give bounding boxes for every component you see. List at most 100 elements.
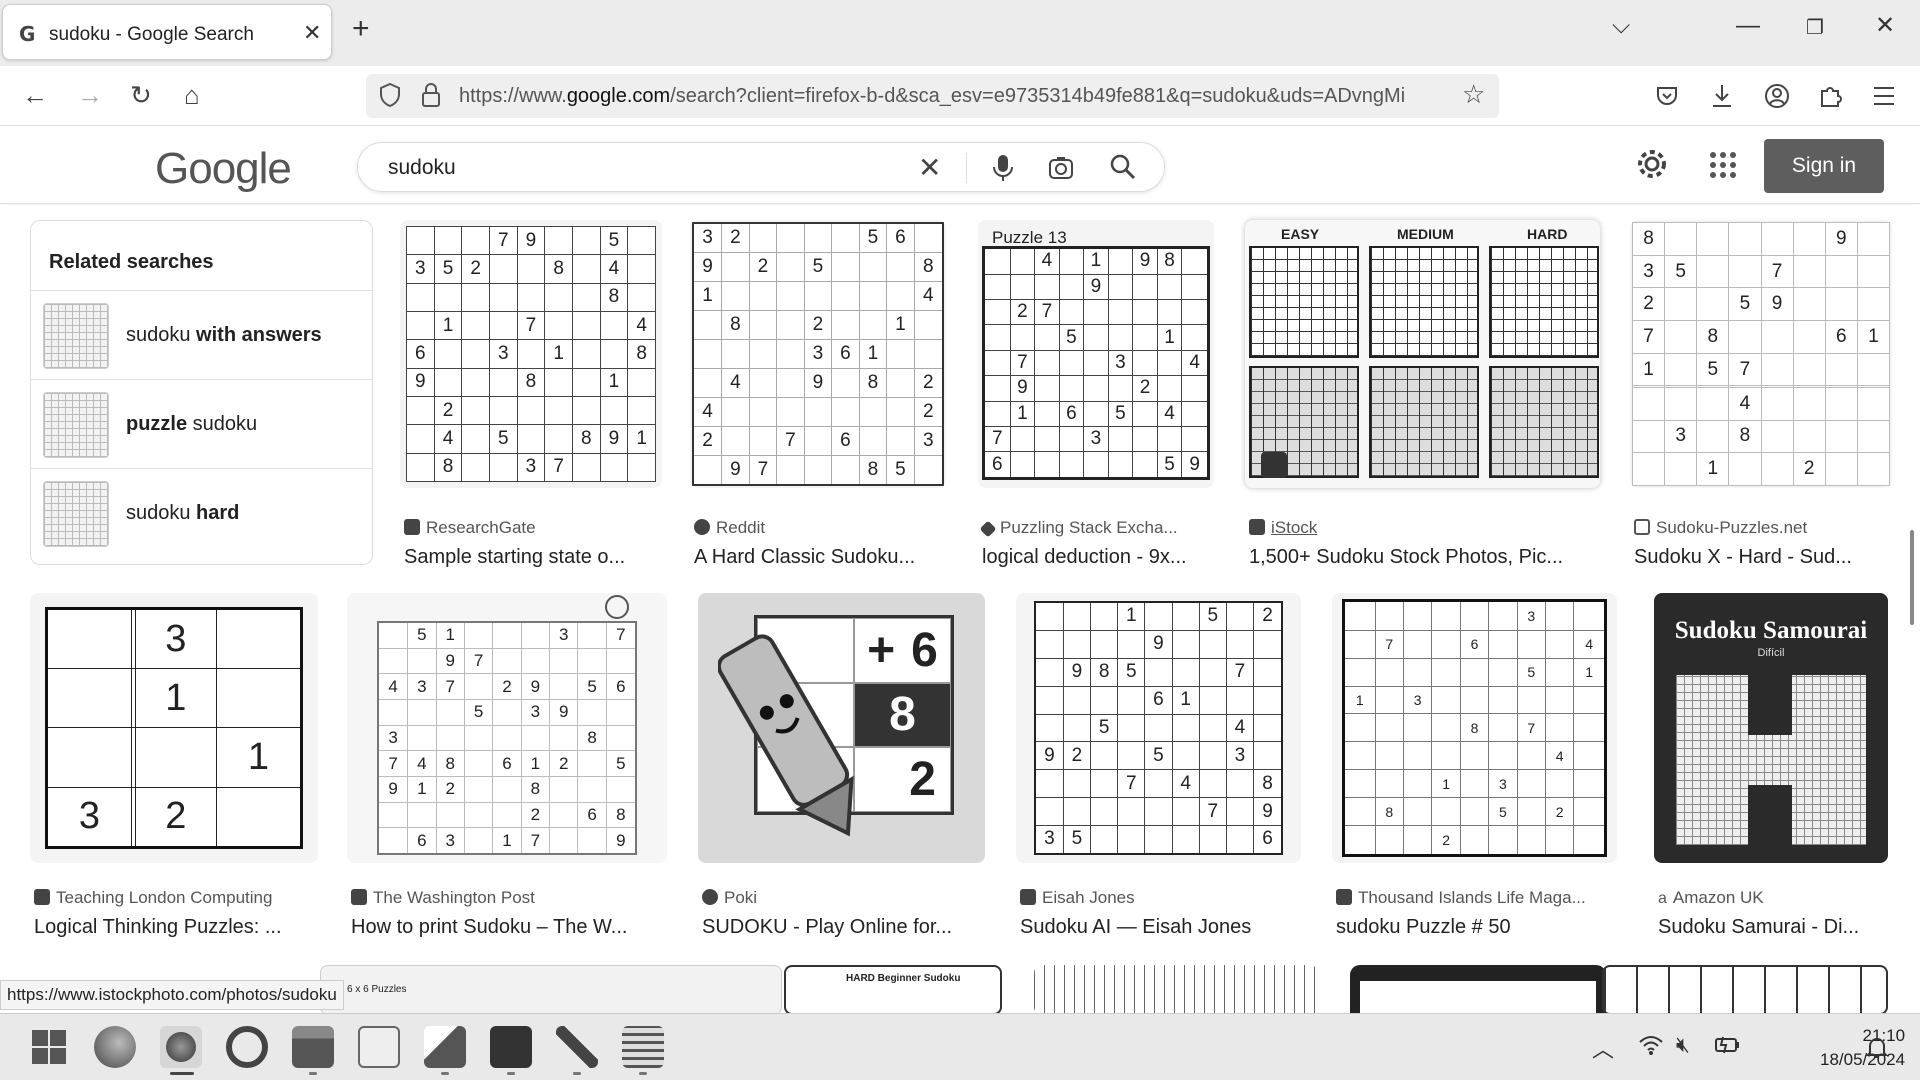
clear-search-icon[interactable]: ✕ — [918, 151, 941, 184]
window-close-icon[interactable]: ✕ — [1875, 14, 1895, 38]
url-text[interactable]: https://www.google.com/search?client=fir… — [459, 85, 1469, 108]
book-cover-thumbnail[interactable]: Sudoku Samourai Difícil — [1654, 593, 1888, 863]
result-source[interactable]: The Washington Post — [351, 888, 535, 908]
restore-icon[interactable]: ❐ — [1806, 18, 1824, 38]
download-icon[interactable] — [1710, 83, 1734, 109]
system-clock[interactable]: 21:10 18/05/2024 — [1820, 1024, 1905, 1072]
notepad-icon[interactable] — [622, 1026, 664, 1068]
image-result-partial[interactable]: HARD Beginner Sudoku — [784, 965, 1002, 1013]
result-source[interactable]: Thousand Islands Life Maga... — [1336, 888, 1586, 908]
edge-browser-icon[interactable] — [94, 1026, 136, 1068]
sudoku-thumbnail[interactable]: 3256 9258 14 821 361 4982 42 2763 9785 — [690, 220, 946, 488]
shield-icon[interactable] — [380, 83, 400, 107]
sudoku-thumbnail[interactable]: 795 35284 8 174 6318 981 2 45891 837 — [400, 220, 662, 488]
wifi-icon[interactable] — [1638, 1034, 1664, 1056]
microphone-icon[interactable] — [992, 153, 1014, 183]
result-source[interactable]: Puzzling Stack Excha... — [979, 518, 1178, 538]
image-result-partial[interactable] — [1350, 965, 1606, 1013]
result-caption[interactable]: sudoku Puzzle # 50 — [1336, 916, 1621, 939]
camera-lens-icon[interactable] — [1048, 155, 1074, 181]
result-source[interactable]: Poki — [702, 888, 757, 908]
result-source[interactable]: Eisah Jones — [1020, 888, 1135, 908]
chart-app-icon[interactable] — [358, 1026, 400, 1068]
result-caption[interactable]: A Hard Classic Sudoku... — [694, 546, 950, 569]
gear-icon[interactable] — [1636, 148, 1668, 180]
result-caption[interactable]: 1,500+ Sudoku Stock Photos, Pic... — [1249, 546, 1604, 569]
sudoku-thumbnail[interactable]: Puzzle 13 4198 9 27 51 734 92 1654 73 65… — [978, 220, 1214, 488]
bookmark-star-icon[interactable]: ☆ — [1462, 79, 1485, 110]
lock-icon[interactable] — [421, 82, 441, 108]
firefox-icon[interactable] — [160, 1026, 202, 1068]
result-caption[interactable]: SUDOKU - Play Online for... — [702, 916, 992, 939]
home-icon[interactable]: ⌂ — [184, 82, 200, 108]
search-input[interactable]: sudoku — [388, 156, 456, 180]
poki-thumbnail[interactable]: +6 8 2 — [698, 593, 985, 863]
result-source[interactable]: iStock — [1249, 518, 1317, 538]
google-logo[interactable]: Google — [155, 144, 292, 194]
result-caption[interactable]: Sudoku AI — Eisah Jones — [1020, 916, 1305, 939]
sudoku-thumbnail[interactable]: EASY MEDIUM HARD — [1245, 220, 1600, 488]
image-result[interactable]: 3 764 51 13 87 4 13 852 2 Thousand Islan… — [1332, 593, 1622, 938]
related-search-item[interactable]: puzzle sudoku — [31, 379, 372, 468]
result-caption[interactable]: Sudoku Samurai - Di... — [1658, 916, 1892, 939]
hamburger-menu-icon[interactable] — [1872, 85, 1896, 107]
file-explorer-icon[interactable] — [292, 1026, 334, 1068]
image-result[interactable]: 5137 97 4372956 539 38 7486125 9128 268 … — [347, 593, 669, 938]
result-caption[interactable]: Sudoku X - Hard - Sud... — [1634, 546, 1874, 569]
image-result-partial[interactable] — [1034, 965, 1318, 1013]
result-caption[interactable]: How to print Sudoku – The W... — [351, 916, 669, 939]
plus-icon[interactable]: + — [352, 14, 370, 44]
search-box[interactable]: sudoku ✕ — [357, 142, 1165, 192]
image-result[interactable]: Sudoku Samourai Difícil a Amazon UK Sudok… — [1654, 593, 1888, 938]
result-caption[interactable]: Logical Thinking Puzzles: ... — [34, 916, 319, 939]
back-arrow-icon[interactable]: ← — [22, 82, 48, 108]
image-result[interactable]: 89 357 259 7861 157 4 38 12 Sudoku-Puzzl… — [1630, 220, 1892, 570]
text-editor-icon[interactable] — [424, 1026, 466, 1068]
page-scrollbar[interactable] — [1910, 530, 1914, 625]
acrobat-icon[interactable] — [490, 1026, 532, 1068]
notification-bell-icon[interactable] — [1866, 1036, 1888, 1060]
browser-tab-active[interactable]: G sudoku - Google Search ✕ — [2, 4, 332, 60]
image-result[interactable]: 152 9 9857 61 54 9253 748 79 356 Eisah J… — [1016, 593, 1301, 938]
result-source[interactable]: Sudoku-Puzzles.net — [1634, 518, 1807, 538]
reload-icon[interactable]: ↻ — [130, 82, 152, 108]
chevron-up-icon[interactable]: ︿ — [1592, 1032, 1614, 1064]
image-result[interactable]: +6 8 2 Poki SUDOKU - Play Online for... — [698, 593, 988, 938]
windows-start-icon[interactable] — [28, 1026, 70, 1068]
result-source[interactable]: Reddit — [694, 518, 765, 538]
minimize-icon[interactable]: — — [1736, 14, 1760, 38]
result-caption[interactable]: Sample starting state o... — [404, 546, 666, 569]
sudoku-thumbnail[interactable]: 3 764 51 13 87 4 13 852 2 — [1332, 593, 1617, 863]
puzzle-extensions-icon[interactable] — [1818, 83, 1844, 109]
tab-list-chevron-icon[interactable]: ⌵ — [1612, 14, 1630, 38]
result-caption[interactable]: logical deduction - 9x... — [982, 546, 1218, 569]
result-source[interactable]: a Amazon UK — [1658, 888, 1764, 908]
close-icon[interactable]: ✕ — [303, 20, 321, 46]
image-result-partial[interactable] — [1602, 965, 1888, 1013]
image-result[interactable]: EASY MEDIUM HARD iStock 1,500+ Sudoku St… — [1245, 220, 1603, 570]
related-search-item[interactable]: sudoku with answers — [31, 290, 372, 379]
pocket-icon[interactable] — [1655, 84, 1679, 108]
chrome-icon[interactable] — [226, 1026, 268, 1068]
sudoku-thumbnail[interactable]: 152 9 9857 61 54 9253 748 79 356 — [1016, 593, 1301, 863]
result-source[interactable]: ResearchGate — [404, 518, 536, 538]
image-preview-icon[interactable] — [1261, 452, 1287, 478]
image-result[interactable]: 795 35284 8 174 6318 981 2 45891 837 Res… — [400, 220, 668, 570]
sudoku-thumbnail[interactable]: 89 357 259 7861 157 4 38 12 — [1630, 220, 1892, 488]
account-icon[interactable] — [1764, 83, 1790, 109]
speaker-muted-icon[interactable]: 🔇︎ — [1676, 1032, 1690, 1058]
sudoku-thumbnail[interactable]: 5137 97 4372956 539 38 7486125 9128 268 … — [347, 593, 667, 863]
image-result[interactable]: 3256 9258 14 821 361 4982 42 2763 9785 R… — [690, 220, 952, 570]
vscode-icon[interactable] — [556, 1026, 598, 1068]
image-result[interactable]: 3 1 1 32 Teaching London Computing Logic… — [30, 593, 318, 938]
forward-arrow-icon[interactable]: → — [77, 82, 103, 108]
image-result[interactable]: Puzzle 13 4198 9 27 51 734 92 1654 73 65… — [978, 220, 1214, 570]
related-search-item[interactable]: sudoku hard — [31, 468, 372, 557]
apps-grid-icon[interactable] — [1710, 152, 1736, 178]
sudoku-thumbnail[interactable]: 3 1 1 32 — [30, 593, 318, 863]
battery-icon[interactable] — [1714, 1034, 1740, 1056]
search-icon[interactable] — [1110, 154, 1136, 180]
address-bar[interactable]: https://www.google.com/search?client=fir… — [366, 74, 1499, 118]
result-source[interactable]: Teaching London Computing — [34, 888, 272, 908]
sign-in-button[interactable]: Sign in — [1764, 139, 1884, 193]
